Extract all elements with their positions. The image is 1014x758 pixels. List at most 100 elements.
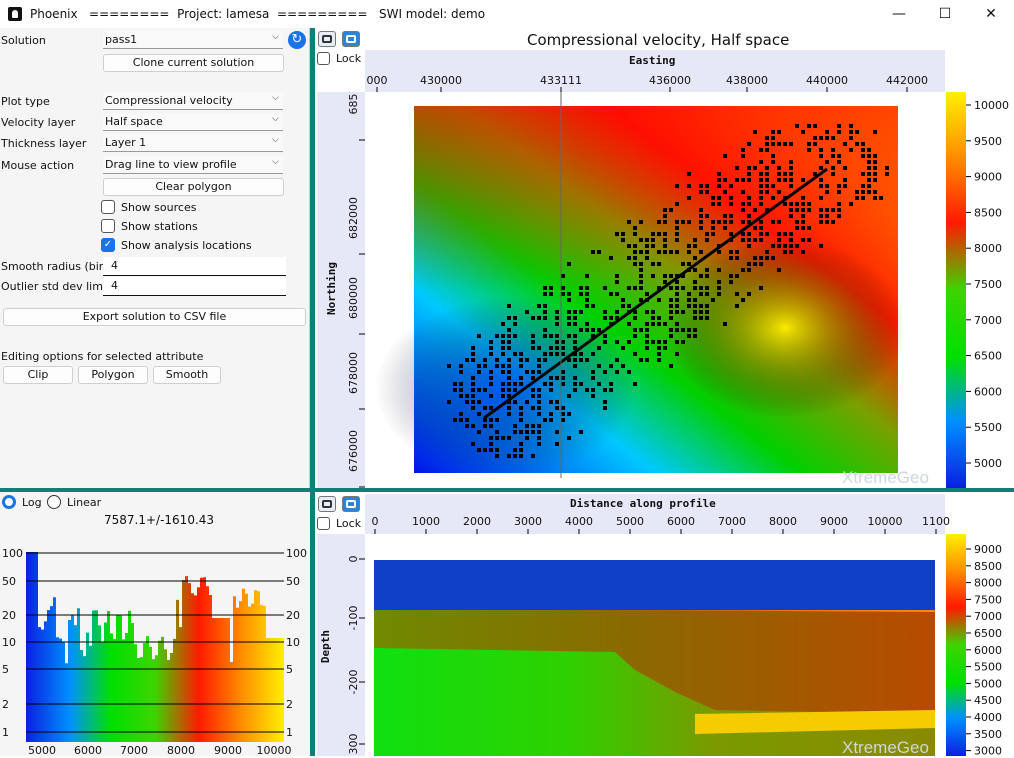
analysis-dot [507, 370, 511, 374]
analysis-dot [651, 322, 655, 326]
analysis-dot [675, 328, 679, 332]
x-tick: 10000 [868, 515, 903, 528]
analysis-dot [501, 370, 505, 374]
analysis-dot [687, 298, 691, 302]
close-icon: ✕ [985, 6, 997, 22]
smooth-radius-input[interactable]: 4 [103, 257, 286, 276]
analysis-dot [723, 214, 727, 218]
analysis-dot [663, 280, 667, 284]
velocity-layer-select[interactable]: Half space ⌵ [103, 113, 283, 131]
y-tick-left: 20 [2, 609, 16, 622]
analysis-dot [681, 262, 685, 266]
smooth-button[interactable]: Smooth [153, 366, 221, 384]
x-tick: 1100 [922, 515, 950, 528]
clear-polygon-button[interactable]: Clear polygon [103, 178, 284, 196]
analysis-dot [681, 286, 685, 290]
show-stations-checkbox[interactable]: Show stations [101, 219, 198, 233]
analysis-dot [651, 274, 655, 278]
analysis-dot [495, 454, 499, 458]
analysis-dot [465, 400, 469, 404]
colorbar-label: 8000 [974, 577, 1002, 590]
analysis-dot [753, 262, 757, 266]
analysis-dot [735, 166, 739, 170]
analysis-dot [873, 160, 877, 164]
analysis-dot [681, 340, 685, 344]
analysis-dot [723, 322, 727, 326]
mouse-action-select[interactable]: Drag line to view profile ⌵ [103, 156, 283, 174]
analysis-dot [789, 166, 793, 170]
depth-profile[interactable]: 0 1000 2000 3000 4000 5000 6000 7000 8000 9000 100… [315, 492, 1014, 756]
polygon-button[interactable]: Polygon [78, 366, 148, 384]
histogram-chart: 100 100 50 50 20 20 10 10 5 5 2 2 1 1 5000 6000 7000 8000… [2, 547, 307, 756]
analysis-dot [699, 226, 703, 230]
analysis-dot [711, 226, 715, 230]
outlier-limit-input[interactable]: 4 [103, 277, 286, 296]
analysis-dot [471, 346, 475, 350]
analysis-dot [693, 244, 697, 248]
analysis-dot [705, 232, 709, 236]
plot-type-select[interactable]: Compressional velocity ⌵ [103, 92, 283, 110]
analysis-dot [489, 424, 493, 428]
show-analysis-checkbox[interactable]: ✓ Show analysis locations [101, 238, 252, 252]
analysis-dot [537, 400, 541, 404]
analysis-dot [543, 316, 547, 320]
analysis-dot [771, 130, 775, 134]
x-tick: 8000 [167, 744, 195, 756]
analysis-dot [663, 238, 667, 242]
analysis-dot [663, 244, 667, 248]
analysis-dot [819, 154, 823, 158]
maximize-button[interactable]: ☐ [922, 0, 968, 28]
analysis-dot [585, 328, 589, 332]
velocity-map[interactable]: 000 430000 433111 436000 438000 440000 442000 6… [315, 28, 1014, 488]
analysis-dot [567, 292, 571, 296]
analysis-dot [519, 412, 523, 416]
analysis-dot [789, 238, 793, 242]
minimize-button[interactable]: — [876, 0, 922, 28]
analysis-dot [723, 178, 727, 182]
analysis-dot [513, 448, 517, 452]
analysis-dot [729, 274, 733, 278]
analysis-dot [729, 280, 733, 284]
show-analysis-label: Show analysis locations [121, 238, 252, 252]
analysis-dot [603, 388, 607, 392]
analysis-dot [861, 196, 865, 200]
x-tick: 442000 [886, 74, 928, 87]
show-sources-checkbox[interactable]: Show sources [101, 200, 196, 214]
log-radio[interactable]: Log [2, 495, 42, 509]
analysis-dot [789, 202, 793, 206]
colorbar-label: 9000 [974, 543, 1002, 556]
analysis-dot [867, 190, 871, 194]
analysis-dot [621, 346, 625, 350]
export-csv-button[interactable]: Export solution to CSV file [3, 308, 306, 326]
analysis-dot [759, 178, 763, 182]
analysis-dot [807, 142, 811, 146]
analysis-dot [627, 322, 631, 326]
colorbar-label: 9000 [974, 171, 1002, 184]
analysis-dot [537, 304, 541, 308]
analysis-dot [639, 358, 643, 362]
close-button[interactable]: ✕ [968, 0, 1014, 28]
analysis-dot [783, 142, 787, 146]
analysis-dot [729, 184, 733, 188]
linear-radio[interactable]: Linear [47, 495, 101, 509]
analysis-dot [723, 220, 727, 224]
analysis-dot [549, 346, 553, 350]
y-tick-left: 10 [2, 636, 16, 649]
analysis-dot [603, 340, 607, 344]
analysis-dot [723, 226, 727, 230]
analysis-dot [621, 238, 625, 242]
analysis-dot [609, 364, 613, 368]
x-tick: 9000 [214, 744, 242, 756]
solution-select[interactable]: pass1 ⌵ [103, 31, 283, 49]
analysis-dot [819, 136, 823, 140]
analysis-dot [669, 304, 673, 308]
analysis-dot [645, 322, 649, 326]
analysis-dot [759, 286, 763, 290]
thickness-layer-select[interactable]: Layer 1 ⌵ [103, 134, 283, 152]
analysis-dot [705, 304, 709, 308]
analysis-dot [717, 286, 721, 290]
clip-button[interactable]: Clip [3, 366, 73, 384]
refresh-button[interactable]: ↻ [288, 31, 306, 49]
analysis-dot [567, 412, 571, 416]
clone-solution-button[interactable]: Clone current solution [103, 54, 284, 72]
